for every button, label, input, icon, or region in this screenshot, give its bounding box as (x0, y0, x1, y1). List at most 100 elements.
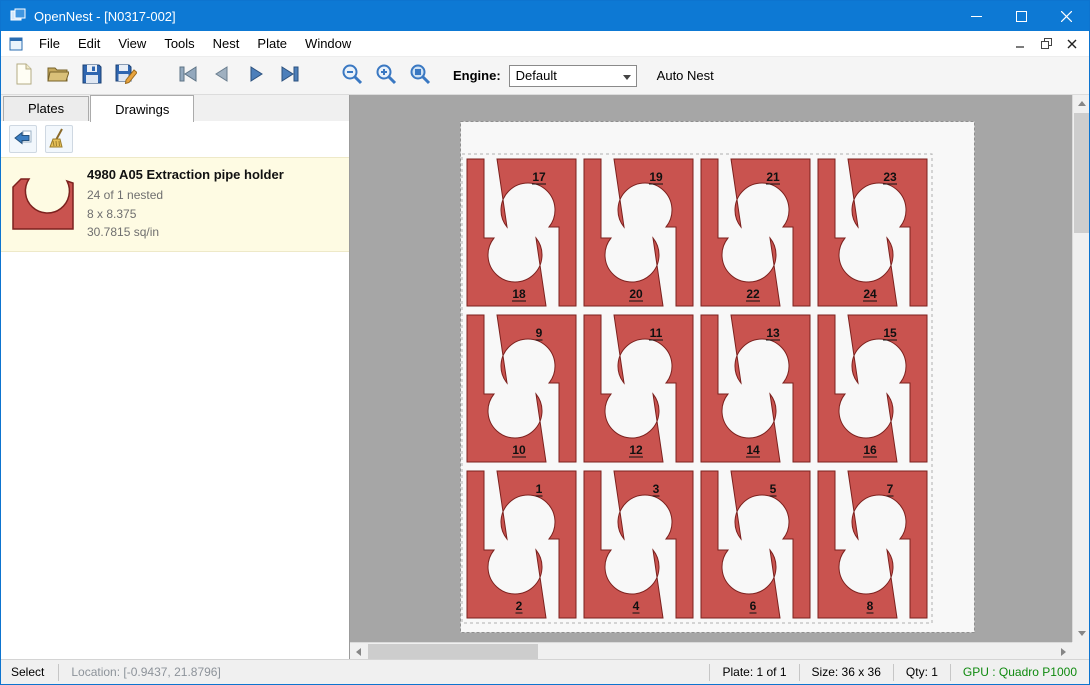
part-number: 12 (629, 443, 643, 457)
part-number: 17 (532, 170, 546, 184)
save-icon (82, 64, 102, 87)
sidebar: Plates Drawings (1, 95, 350, 659)
nest-canvas[interactable]: 171819202122232491011121314151612345678 (350, 95, 1089, 659)
vertical-scrollbar-thumb[interactable] (1074, 113, 1089, 233)
chevron-down-icon (623, 75, 631, 80)
next-plate-button[interactable] (241, 61, 271, 91)
part-number: 11 (650, 326, 663, 340)
mdi-close-button[interactable] (1059, 33, 1085, 55)
menu-edit[interactable]: Edit (69, 32, 109, 55)
horizontal-scrollbar-thumb[interactable] (368, 644, 538, 659)
menu-bar: File Edit View Tools Nest Plate Window (1, 31, 1089, 57)
save-button[interactable] (77, 61, 107, 91)
send-to-plate-button[interactable] (9, 125, 37, 153)
save-as-button[interactable] (111, 61, 141, 91)
first-plate-button[interactable] (173, 61, 203, 91)
zoom-out-icon (341, 63, 363, 88)
mdi-minimize-button[interactable] (1007, 33, 1033, 55)
previous-plate-button[interactable] (207, 61, 237, 91)
menu-file[interactable]: File (30, 32, 69, 55)
previous-icon (212, 65, 232, 86)
window-title: OpenNest - [N0317-002] (34, 9, 176, 24)
last-plate-button[interactable] (275, 61, 305, 91)
drawing-area: 30.7815 sq/in (87, 223, 284, 242)
horizontal-scrollbar[interactable] (350, 642, 1072, 659)
status-location: Location: [-0.9437, 21.8796] (59, 665, 232, 679)
status-gpu: GPU : Quadro P1000 (951, 665, 1089, 679)
arrow-left-icon (13, 129, 33, 150)
zoom-in-icon (375, 63, 397, 88)
part-number: 14 (746, 443, 760, 457)
open-button[interactable] (43, 61, 73, 91)
drawing-list-item[interactable]: 4980 A05 Extraction pipe holder 24 of 1 … (1, 157, 349, 252)
engine-value: Default (516, 68, 557, 83)
status-qty: Qty: 1 (894, 665, 950, 679)
last-icon (279, 65, 301, 86)
sidebar-tabs: Plates Drawings (1, 95, 349, 121)
part-number: 8 (867, 599, 874, 613)
drawings-list: 4980 A05 Extraction pipe holder 24 of 1 … (1, 157, 349, 659)
drawing-nested-count: 24 of 1 nested (87, 186, 284, 205)
part-number: 7 (887, 482, 894, 496)
part-number: 21 (766, 170, 780, 184)
part-number: 16 (863, 443, 877, 457)
part-number: 10 (512, 443, 526, 457)
engine-select[interactable]: Default (509, 65, 637, 87)
plate-svg: 171819202122232491011121314151612345678 (460, 121, 975, 633)
scroll-up-icon[interactable] (1073, 95, 1089, 112)
app-icon (10, 8, 26, 24)
drawing-dimensions: 8 x 8.375 (87, 205, 284, 224)
scroll-left-icon[interactable] (350, 643, 367, 659)
next-icon (246, 65, 266, 86)
close-button[interactable] (1044, 1, 1089, 31)
menu-tools[interactable]: Tools (155, 32, 203, 55)
new-file-icon (14, 63, 34, 88)
part-number: 15 (883, 326, 897, 340)
menu-window[interactable]: Window (296, 32, 360, 55)
save-as-icon (115, 64, 137, 87)
part-number: 1 (536, 482, 543, 496)
menu-plate[interactable]: Plate (248, 32, 296, 55)
scrollbar-corner (1072, 642, 1089, 659)
part-number: 23 (883, 170, 897, 184)
part-number: 6 (750, 599, 757, 613)
open-folder-icon (47, 64, 69, 87)
drawing-title: 4980 A05 Extraction pipe holder (87, 167, 284, 182)
menu-nest[interactable]: Nest (204, 32, 249, 55)
auto-nest-button[interactable]: Auto Nest (657, 68, 714, 83)
title-bar: OpenNest - [N0317-002] (1, 1, 1089, 31)
broom-icon (49, 128, 69, 151)
part-number: 19 (649, 170, 663, 184)
zoom-in-button[interactable] (371, 61, 401, 91)
part-number: 2 (516, 599, 523, 613)
vertical-scrollbar[interactable] (1072, 95, 1089, 642)
zoom-fit-icon (409, 63, 431, 88)
main-toolbar: Engine: Default Auto Nest (1, 57, 1089, 95)
new-button[interactable] (9, 61, 39, 91)
scroll-down-icon[interactable] (1073, 625, 1089, 642)
plate[interactable]: 171819202122232491011121314151612345678 (460, 121, 975, 633)
scroll-right-icon[interactable] (1055, 643, 1072, 659)
menu-view[interactable]: View (109, 32, 155, 55)
status-mode: Select (1, 665, 58, 679)
clear-button[interactable] (45, 125, 73, 153)
app-window: OpenNest - [N0317-002] File Edit View To… (0, 0, 1090, 685)
minimize-button[interactable] (954, 1, 999, 31)
mdi-restore-button[interactable] (1033, 33, 1059, 55)
status-size: Size: 36 x 36 (800, 665, 893, 679)
maximize-button[interactable] (999, 1, 1044, 31)
part-number: 18 (512, 287, 526, 301)
document-icon (8, 36, 24, 52)
part-number: 24 (863, 287, 877, 301)
tab-plates[interactable]: Plates (3, 96, 89, 121)
zoom-out-button[interactable] (337, 61, 367, 91)
status-bar: Select Location: [-0.9437, 21.8796] Plat… (1, 659, 1089, 684)
zoom-fit-button[interactable] (405, 61, 435, 91)
first-icon (177, 65, 199, 86)
status-plate: Plate: 1 of 1 (710, 665, 798, 679)
tab-drawings[interactable]: Drawings (90, 95, 194, 122)
part-number: 20 (629, 287, 643, 301)
part-number: 5 (770, 482, 777, 496)
part-number: 13 (766, 326, 780, 340)
part-number: 3 (653, 482, 660, 496)
